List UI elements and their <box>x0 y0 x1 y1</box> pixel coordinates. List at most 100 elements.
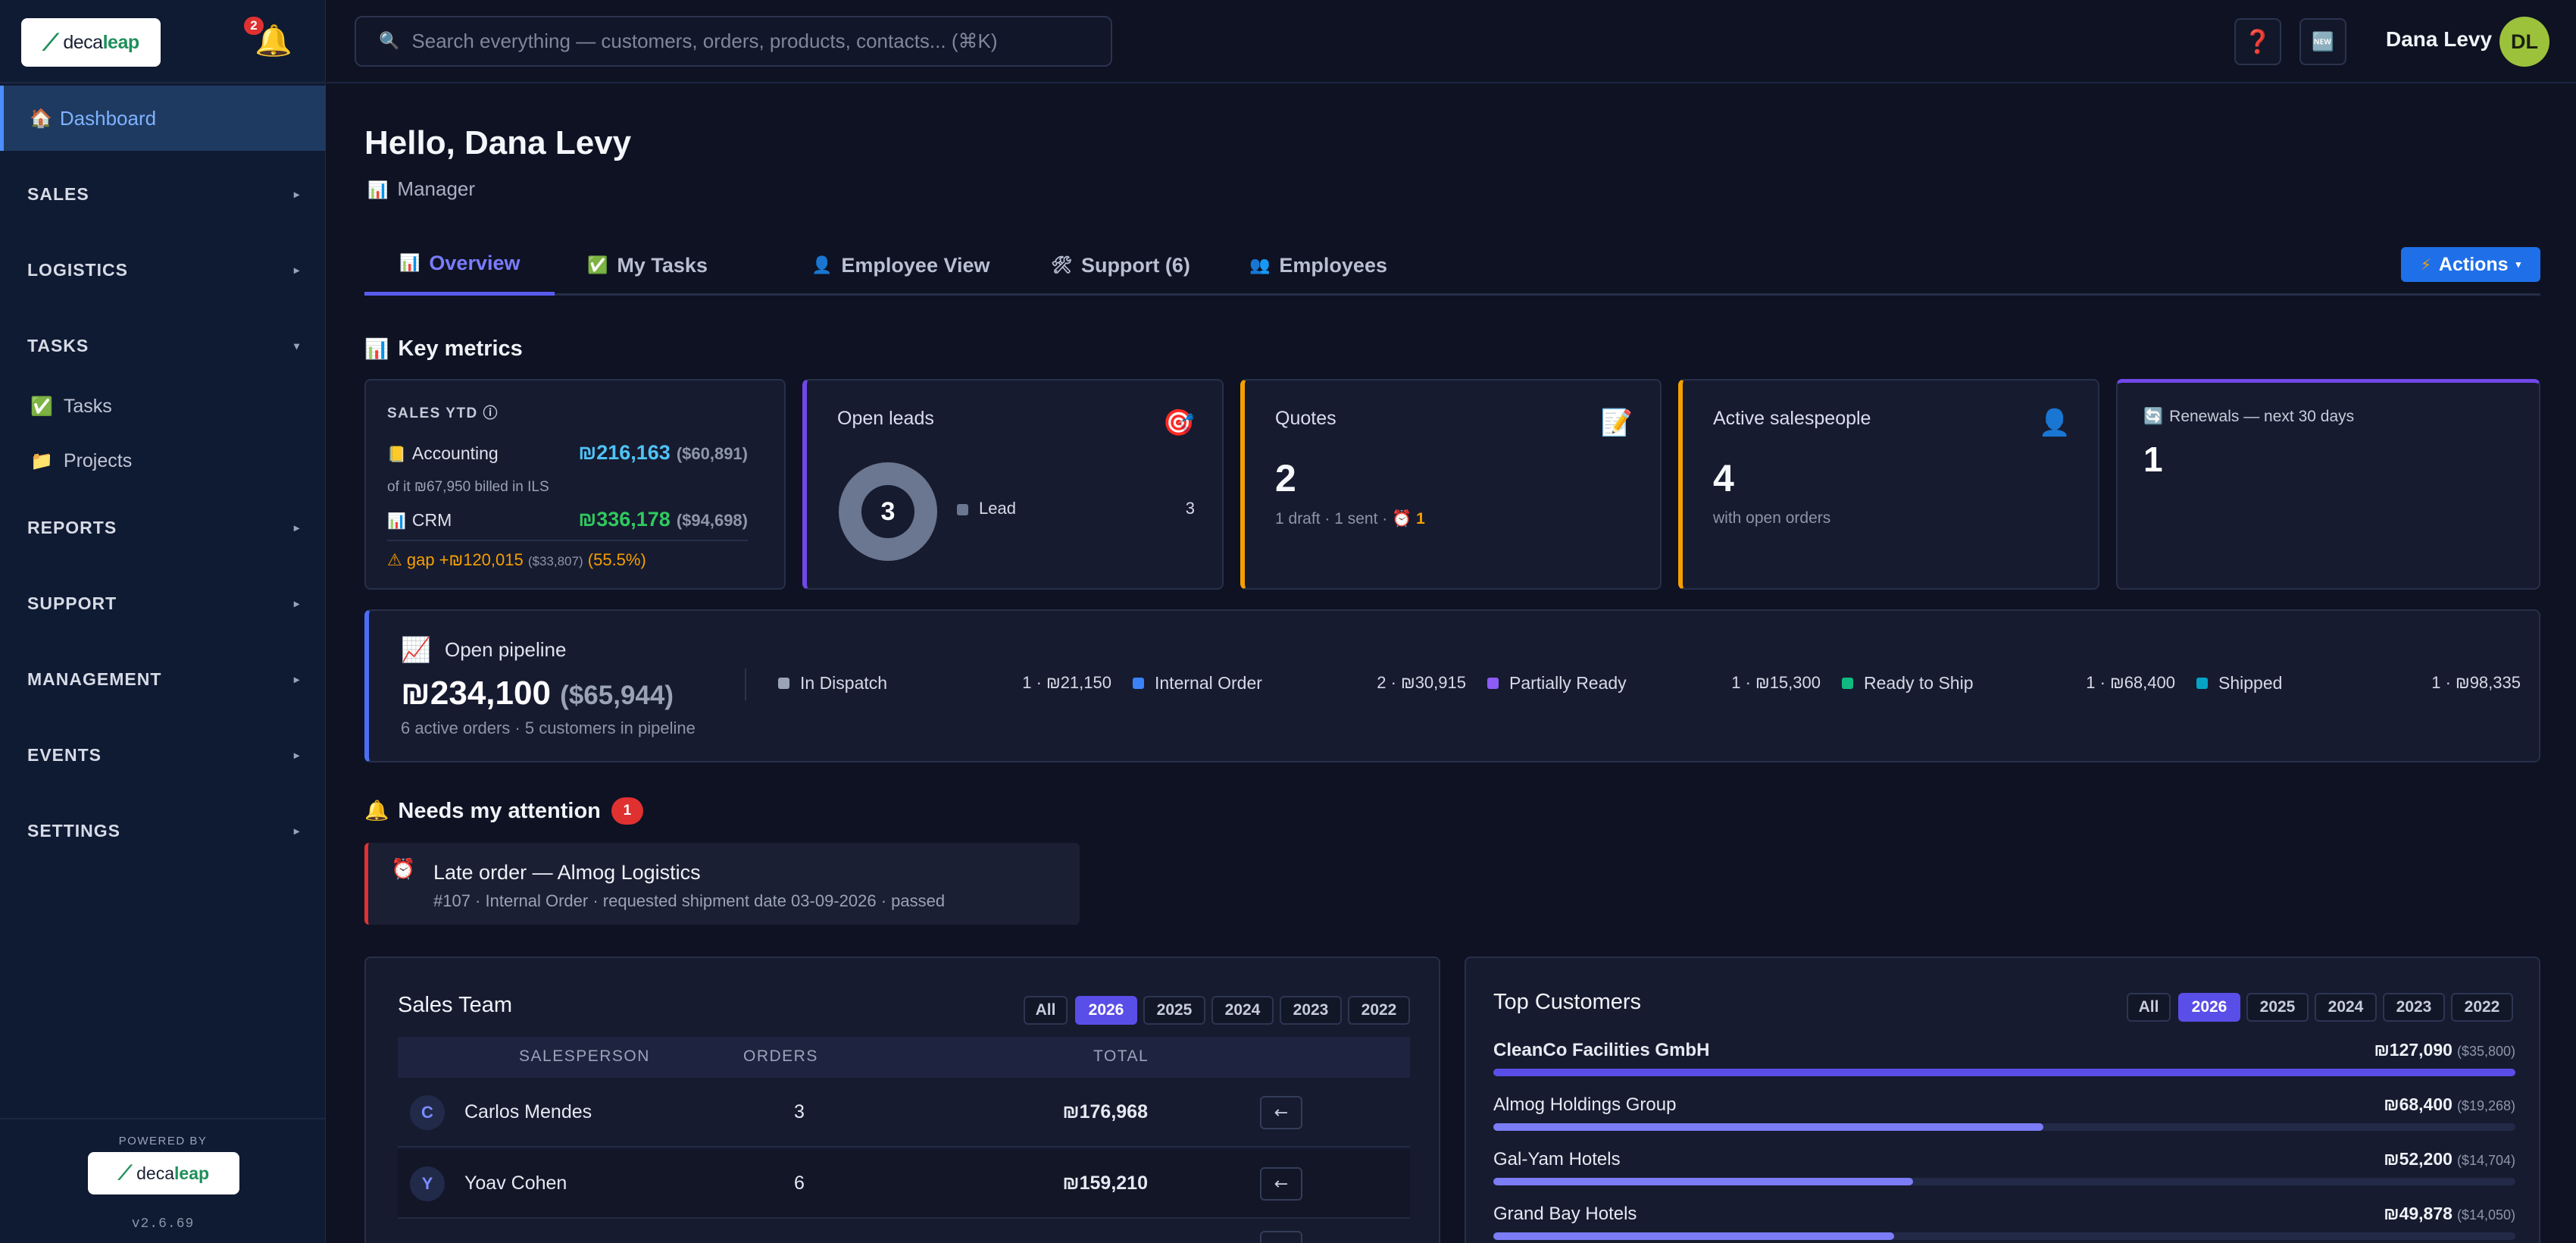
lightning-icon: ⚡ <box>2420 255 2431 274</box>
year-filter-all[interactable]: All <box>1024 996 1068 1025</box>
stage-partially-ready[interactable]: Partially Ready <box>1487 673 1627 694</box>
search-input[interactable]: 🔍 Search everything — customers, orders,… <box>355 16 1112 67</box>
sidebar-section-events[interactable]: EVENTS ▸ <box>27 740 300 770</box>
stage-shipped[interactable]: Shipped <box>2196 673 2282 694</box>
sidebar-item-tasks[interactable]: ✅ Tasks <box>30 391 112 421</box>
total-value: ₪159,210 <box>1062 1173 1148 1194</box>
tab-bar: 📊 Overview ✅ My Tasks 👤 Employee View 🛠 Supp… <box>364 235 2540 296</box>
stage-ready-to-ship[interactable]: Ready to Ship <box>1842 673 1973 694</box>
sidebar-section-sales[interactable]: SALES ▸ <box>27 179 300 209</box>
open-leads-card[interactable]: Open leads 🎯 3 Lead 3 <box>802 379 1224 590</box>
avatar[interactable]: DL <box>2499 17 2549 67</box>
col-orders: ORDERS <box>743 1047 818 1065</box>
stage-internal-order[interactable]: Internal Order <box>1133 673 1262 694</box>
checkbox-icon: ✅ <box>30 396 53 417</box>
warning-icon: ⚠ <box>387 551 402 570</box>
year-filter-2025[interactable]: 2025 <box>1143 996 1205 1025</box>
year-filter-2026[interactable]: 2026 <box>1075 996 1137 1025</box>
sidebar: ⟋ decaleap 🔔 2 🏠 Dashboard SALES ▸ LOGIST… <box>0 0 326 1243</box>
tab-overview[interactable]: 📊 Overview <box>364 235 555 296</box>
table-row[interactable] <box>398 1220 1410 1243</box>
logo-mark-icon: ⟋ <box>42 29 59 56</box>
customer-bar <box>1493 1178 2515 1185</box>
tab-support[interactable]: 🛠 Support (6) <box>1051 235 1190 296</box>
tab-employees[interactable]: 👥 Employees <box>1249 235 1387 296</box>
help-button[interactable]: ❓ <box>2234 18 2281 65</box>
people-icon: 👥 <box>1249 255 1271 275</box>
sidebar-section-management[interactable]: MANAGEMENT ▸ <box>27 664 300 694</box>
new-icon: 🆕 <box>2312 31 2334 52</box>
salesperson-name: Carlos Mendes <box>464 1101 592 1122</box>
year-filter-2024[interactable]: 2024 <box>1211 996 1274 1025</box>
chevron-right-icon: ▸ <box>293 521 300 534</box>
sidebar-item-projects[interactable]: 📁 Projects <box>30 446 132 476</box>
renewals-title: 🔄 Renewals — next 30 days <box>2143 407 2355 425</box>
stage-ready-to-ship-value: 1 · ₪68,400 <box>2086 673 2175 692</box>
col-total: TOTAL <box>1093 1047 1149 1065</box>
year-filter-2023[interactable]: 2023 <box>2383 993 2445 1022</box>
open-arrow-icon[interactable] <box>1260 1231 1302 1243</box>
key-metrics-heading: 📊 Key metrics <box>364 337 523 361</box>
user-name[interactable]: Dana Levy <box>2386 27 2492 52</box>
accounting-row: 📒 Accounting ₪216,163 ($60,891) <box>387 441 748 464</box>
divider <box>745 668 746 700</box>
trend-chart-icon: 📈 <box>401 635 431 664</box>
table-header: SALESPERSON ORDERS TOTAL <box>398 1037 1410 1078</box>
chart-icon: 📊 <box>367 181 389 200</box>
refresh-icon: 🔄 <box>2143 407 2164 425</box>
year-filter-2022[interactable]: 2022 <box>2451 993 2513 1022</box>
actions-button[interactable]: ⚡ Actions ▾ <box>2401 247 2540 282</box>
customer-bar <box>1493 1123 2515 1131</box>
stage-in-dispatch-value: 1 · ₪21,150 <box>1022 673 1111 692</box>
divider <box>387 540 748 541</box>
search-icon: 🔍 <box>379 32 400 51</box>
version-label: v2.6.69 <box>131 1216 195 1232</box>
question-icon: ❓ <box>2243 28 2272 55</box>
new-button[interactable]: 🆕 <box>2299 18 2346 65</box>
tab-my-tasks[interactable]: ✅ My Tasks <box>587 235 708 296</box>
main-content: Hello, Dana Levy 📊 Manager 📊 Overview ✅ My … <box>327 83 2576 1243</box>
salespeople-sub: with open orders <box>1713 509 1831 527</box>
renewals-card[interactable]: 🔄 Renewals — next 30 days 1 <box>2116 379 2540 590</box>
tab-employee-view[interactable]: 👤 Employee View <box>811 235 990 296</box>
chart-icon: 📊 <box>364 337 389 361</box>
customer-name: Gal-Yam Hotels <box>1493 1149 1621 1169</box>
chevron-down-icon: ▾ <box>2515 258 2521 270</box>
table-row[interactable]: C Carlos Mendes 3 ₪176,968 ← <box>398 1078 1410 1148</box>
late-order-alert[interactable]: ⏰ Late order — Almog Logistics #107 · In… <box>364 843 1080 925</box>
sidebar-item-dashboard[interactable]: 🏠 Dashboard <box>0 86 326 151</box>
chevron-right-icon: ▸ <box>293 596 300 609</box>
sales-team-title: Sales Team <box>398 993 512 1017</box>
open-arrow-icon[interactable]: ← <box>1260 1096 1302 1129</box>
stage-in-dispatch[interactable]: In Dispatch <box>778 673 887 694</box>
open-arrow-icon[interactable]: ← <box>1260 1167 1302 1201</box>
leads-count: 3 <box>861 485 914 538</box>
year-filter-2023[interactable]: 2023 <box>1280 996 1342 1025</box>
stage-internal-order-value: 2 · ₪30,915 <box>1377 673 1466 692</box>
year-filter-2026[interactable]: 2026 <box>2178 993 2240 1022</box>
sidebar-section-settings[interactable]: SETTINGS ▸ <box>27 816 300 846</box>
sidebar-section-support[interactable]: SUPPORT ▸ <box>27 588 300 618</box>
chevron-right-icon: ▸ <box>293 263 300 276</box>
pipeline-card: 📈 Open pipeline ₪234,100 ($65,944) 6 act… <box>364 609 2540 762</box>
table-row[interactable]: Y Yoav Cohen 6 ₪159,210 ← <box>398 1149 1410 1219</box>
pipeline-total: ₪234,100 ($65,944) <box>401 675 674 712</box>
year-filter-all[interactable]: All <box>2127 993 2171 1022</box>
year-filter-2025[interactable]: 2025 <box>2246 993 2309 1022</box>
year-filter-2024[interactable]: 2024 <box>2315 993 2377 1022</box>
sidebar-section-reports[interactable]: REPORTS ▸ <box>27 512 300 543</box>
attention-count: 1 <box>611 797 643 825</box>
pipeline-sub: 6 active orders · 5 customers in pipelin… <box>401 719 696 737</box>
quotes-card[interactable]: Quotes 📝 2 1 draft · 1 sent · ⏰ 1 <box>1240 379 1662 590</box>
year-filter-2022[interactable]: 2022 <box>1348 996 1410 1025</box>
stage-partially-ready-value: 1 · ₪15,300 <box>1731 673 1821 692</box>
top-customers-title: Top Customers <box>1493 990 1642 1014</box>
open-leads-title: Open leads <box>837 408 934 429</box>
customer-bar <box>1493 1069 2515 1076</box>
brand-logo[interactable]: ⟋ decaleap <box>21 18 161 67</box>
sidebar-section-tasks[interactable]: TASKS ▾ <box>27 330 300 361</box>
sidebar-section-logistics[interactable]: LOGISTICS ▸ <box>27 255 300 285</box>
orders-count: 3 <box>794 1101 805 1122</box>
customer-name: Grand Bay Hotels <box>1493 1204 1637 1224</box>
salespeople-card[interactable]: Active salespeople 👤 4 with open orders <box>1678 379 2099 590</box>
